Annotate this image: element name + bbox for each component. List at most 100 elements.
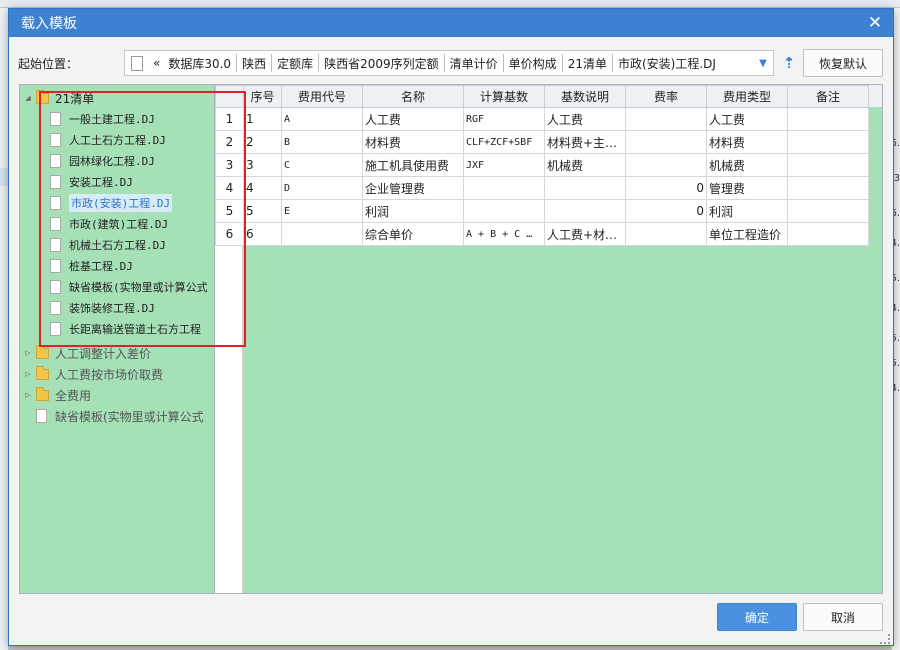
collapsed-triangle-icon[interactable]: ▷ <box>24 349 32 357</box>
base-cell[interactable] <box>463 176 545 200</box>
note-cell[interactable] <box>787 130 869 154</box>
row-number-cell[interactable]: 1 <box>215 107 244 131</box>
note-cell[interactable] <box>787 199 869 223</box>
table-row[interactable]: 5 5 E 利润 0 利润 <box>215 199 869 223</box>
tree-file-item[interactable]: 人工土石方工程.DJ <box>50 130 166 150</box>
expanded-triangle-icon[interactable]: ◢ <box>24 94 32 102</box>
chevron-down-icon[interactable]: ▼ <box>753 51 773 75</box>
breadcrumb-item[interactable]: 定额库 <box>273 55 317 72</box>
breadcrumb-item[interactable]: 21清单 <box>564 55 611 72</box>
name-cell[interactable]: 利润 <box>362 199 464 223</box>
table-row[interactable]: 3 3 C 施工机具使用费 JXF 机械费 机械费 <box>215 153 869 177</box>
base-desc-cell[interactable] <box>544 176 626 200</box>
code-cell[interactable] <box>281 222 363 246</box>
seq-cell[interactable]: 2 <box>243 130 282 154</box>
tree-file-item[interactable]: 装饰装修工程.DJ <box>50 298 155 318</box>
code-cell[interactable]: C <box>281 153 363 177</box>
row-number-cell[interactable]: 3 <box>215 153 244 177</box>
tree-file-item[interactable]: 园林绿化工程.DJ <box>50 151 155 171</box>
type-cell[interactable]: 机械费 <box>706 153 788 177</box>
name-cell[interactable]: 综合单价 <box>362 222 464 246</box>
seq-cell[interactable]: 3 <box>243 153 282 177</box>
note-cell[interactable] <box>787 222 869 246</box>
tree-file-item[interactable]: 市政(建筑)工程.DJ <box>50 214 168 234</box>
row-number-cell[interactable]: 5 <box>215 199 244 223</box>
type-cell[interactable]: 材料费 <box>706 130 788 154</box>
tree-file-item[interactable]: 市政(安装)工程.DJ <box>50 193 173 213</box>
note-cell[interactable] <box>787 176 869 200</box>
base-cell[interactable]: RGF <box>463 107 545 131</box>
path-combobox[interactable]: « 数据库30.0 陕西 定额库 陕西省2009序列定额 清单计价 单价构成 2… <box>124 50 774 76</box>
table-row[interactable]: 6 6 综合单价 A + B + C … 人工费+材… 单位工程造价 <box>215 222 869 246</box>
tree-folder-21-list[interactable]: ◢ 21清单 <box>24 88 94 108</box>
table-row[interactable]: 4 4 D 企业管理费 0 管理费 <box>215 176 869 200</box>
base-cell[interactable]: A + B + C … <box>463 222 545 246</box>
cancel-button[interactable]: 取消 <box>803 603 883 631</box>
table-row[interactable]: 1 1 A 人工费 RGF 人工费 人工费 <box>215 107 869 131</box>
rate-cell[interactable] <box>625 107 707 131</box>
base-cell[interactable]: CLF+ZCF+SBF <box>463 130 545 154</box>
tree-file-item[interactable]: 长距离输送管道土石方工程 <box>50 319 201 339</box>
code-cell[interactable]: E <box>281 199 363 223</box>
rate-cell[interactable]: 0 <box>625 199 707 223</box>
column-header-base[interactable]: 计算基数 <box>463 85 545 108</box>
seq-cell[interactable]: 5 <box>243 199 282 223</box>
name-cell[interactable]: 企业管理费 <box>362 176 464 200</box>
collapsed-triangle-icon[interactable]: ▷ <box>24 370 32 378</box>
name-cell[interactable]: 施工机具使用费 <box>362 153 464 177</box>
restore-default-button[interactable]: 恢复默认 <box>803 49 883 77</box>
seq-cell[interactable]: 1 <box>243 107 282 131</box>
column-header-type[interactable]: 费用类型 <box>706 85 788 108</box>
column-header-code[interactable]: 费用代号 <box>281 85 363 108</box>
breadcrumb-item[interactable]: 陕西省2009序列定额 <box>320 55 443 72</box>
type-cell[interactable]: 人工费 <box>706 107 788 131</box>
up-level-icon[interactable]: ⇡ <box>781 53 797 73</box>
column-header-base-desc[interactable]: 基数说明 <box>544 85 626 108</box>
collapsed-triangle-icon[interactable]: ▷ <box>24 391 32 399</box>
tree-file-item[interactable]: 缺省模板(实物里或计算公式 <box>50 277 208 297</box>
name-cell[interactable]: 材料费 <box>362 130 464 154</box>
tree-file-item[interactable]: 桩基工程.DJ <box>50 256 133 276</box>
note-cell[interactable] <box>787 107 869 131</box>
code-cell[interactable]: A <box>281 107 363 131</box>
row-number-cell[interactable]: 2 <box>215 130 244 154</box>
breadcrumb-item[interactable]: 陕西 <box>238 55 270 72</box>
column-header-name[interactable]: 名称 <box>362 85 464 108</box>
name-cell[interactable]: 人工费 <box>362 107 464 131</box>
close-icon[interactable]: ✕ <box>865 13 885 33</box>
base-desc-cell[interactable]: 人工费+材… <box>544 222 626 246</box>
base-desc-cell[interactable]: 机械费 <box>544 153 626 177</box>
resize-grip-icon[interactable] <box>880 634 890 644</box>
base-cell[interactable] <box>463 199 545 223</box>
rate-cell[interactable] <box>625 130 707 154</box>
tree-file-item[interactable]: 机械土石方工程.DJ <box>50 235 166 255</box>
column-header-note[interactable]: 备注 <box>787 85 869 108</box>
tree-file-default-template[interactable]: 缺省模板(实物里或计算公式 <box>36 406 204 426</box>
breadcrumb-item[interactable]: 市政(安装)工程.DJ <box>614 55 720 72</box>
base-desc-cell[interactable] <box>544 199 626 223</box>
base-desc-cell[interactable]: 人工费 <box>544 107 626 131</box>
base-desc-cell[interactable]: 材料费+主… <box>544 130 626 154</box>
breadcrumb-item[interactable]: 单价构成 <box>505 55 561 72</box>
tree-folder-labor-adjust[interactable]: ▷ 人工调整计入差价 <box>24 343 151 363</box>
rate-cell[interactable] <box>625 153 707 177</box>
base-cell[interactable]: JXF <box>463 153 545 177</box>
type-cell[interactable]: 单位工程造价 <box>706 222 788 246</box>
row-number-cell[interactable]: 6 <box>215 222 244 246</box>
type-cell[interactable]: 管理费 <box>706 176 788 200</box>
tree-folder-labor-market[interactable]: ▷ 人工费按市场价取费 <box>24 364 163 384</box>
tree-file-item[interactable]: 安装工程.DJ <box>50 172 133 192</box>
type-cell[interactable]: 利润 <box>706 199 788 223</box>
rate-cell[interactable]: 0 <box>625 176 707 200</box>
row-number-cell[interactable]: 4 <box>215 176 244 200</box>
code-cell[interactable]: B <box>281 130 363 154</box>
note-cell[interactable] <box>787 153 869 177</box>
confirm-button[interactable]: 确定 <box>717 603 797 631</box>
breadcrumb-item[interactable]: 清单计价 <box>446 55 502 72</box>
code-cell[interactable]: D <box>281 176 363 200</box>
tree-file-item[interactable]: 一般土建工程.DJ <box>50 109 155 129</box>
column-header-seq[interactable]: 序号 <box>243 85 282 108</box>
table-row[interactable]: 2 2 B 材料费 CLF+ZCF+SBF 材料费+主… 材料费 <box>215 130 869 154</box>
seq-cell[interactable]: 4 <box>243 176 282 200</box>
breadcrumb-item[interactable]: 数据库30.0 <box>164 55 235 72</box>
